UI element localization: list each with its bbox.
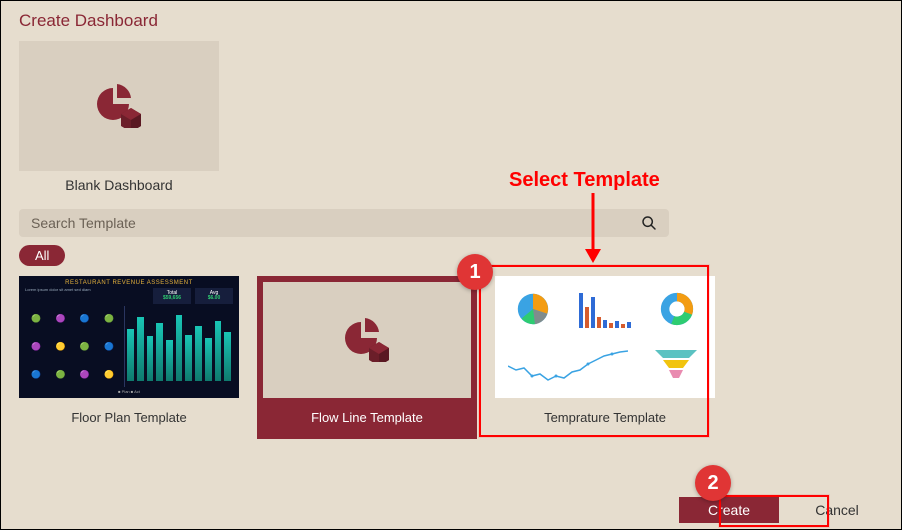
template-thumb: RESTAURANT REVENUE ASSESSMENT Lorem ipsu… [19,276,239,398]
create-button[interactable]: Create [679,497,779,523]
line-icon [508,346,628,386]
search-icon [641,215,657,231]
fp-title: RESTAURANT REVENUE ASSESSMENT [25,280,233,286]
template-thumb [263,282,471,398]
annotation-select-template: Select Template [509,169,660,192]
template-label: Floor Plan Template [71,398,186,439]
template-label: Temprature Template [544,398,666,439]
template-card-floor-plan[interactable]: RESTAURANT REVENUE ASSESSMENT Lorem ipsu… [19,276,239,439]
template-label: Flow Line Template [311,398,423,439]
template-card-flow-line[interactable]: Flow Line Template [257,276,477,439]
template-card-temperature[interactable]: Temprature Template [495,276,715,439]
search-button[interactable] [641,215,657,231]
template-list: RESTAURANT REVENUE ASSESSMENT Lorem ipsu… [19,276,883,439]
template-thumb [495,276,715,398]
blank-dashboard-label: Blank Dashboard [19,177,219,193]
cancel-button[interactable]: Cancel [787,497,887,523]
dashboard-icon [341,318,393,362]
pie-icon [514,290,552,328]
dialog-title: Create Dashboard [19,11,883,31]
funnel-icon [653,346,699,386]
dashboard-icon [93,84,145,128]
blank-dashboard-card[interactable] [19,41,219,171]
filter-row: All [19,245,883,266]
filter-chip-all[interactable]: All [19,245,65,266]
dialog-button-row: Create Cancel [679,497,887,523]
search-input[interactable] [31,215,641,231]
search-row [19,209,669,237]
annotation-step-2: 2 [695,465,731,501]
donut-icon [660,292,694,326]
